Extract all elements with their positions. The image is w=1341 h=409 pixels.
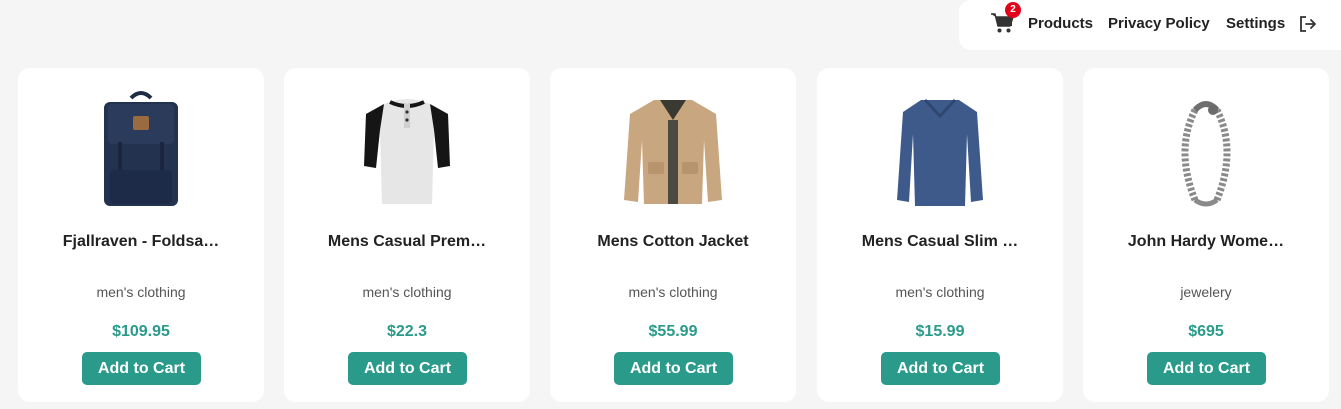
product-category: men's clothing xyxy=(895,284,985,300)
add-to-cart-button[interactable]: Add to Cart xyxy=(881,352,1000,385)
product-title: Mens Casual Slim … xyxy=(861,233,1019,250)
product-price: $55.99 xyxy=(648,323,698,340)
product-title: Mens Casual Prem… xyxy=(327,233,487,250)
nav-link-settings[interactable]: Settings xyxy=(1226,15,1285,32)
product-price: $22.3 xyxy=(386,323,428,340)
product-image-bracelet xyxy=(1181,101,1231,207)
product-image-shirt xyxy=(364,99,450,204)
product-card: John Hardy Wome… jewelery $695 Add to Ca… xyxy=(1083,68,1329,402)
product-category: jewelery xyxy=(1180,284,1232,300)
product-category: men's clothing xyxy=(628,284,718,300)
nav-link-products[interactable]: Products xyxy=(1028,15,1093,32)
product-price: $695 xyxy=(1188,323,1224,340)
product-price: $15.99 xyxy=(915,323,965,340)
product-card: Mens Casual Slim … men's clothing $15.99… xyxy=(817,68,1063,402)
product-image-jacket xyxy=(624,100,722,204)
add-to-cart-button[interactable]: Add to Cart xyxy=(1147,352,1266,385)
product-image-backpack xyxy=(104,91,178,206)
logout-icon[interactable] xyxy=(1298,14,1318,34)
add-to-cart-button[interactable]: Add to Cart xyxy=(614,352,733,385)
top-nav: 2 Products Privacy Policy Settings xyxy=(959,0,1341,50)
product-title: Mens Cotton Jacket xyxy=(597,233,749,250)
nav-link-privacy-policy[interactable]: Privacy Policy xyxy=(1108,15,1210,32)
product-card: Mens Cotton Jacket men's clothing $55.99… xyxy=(550,68,796,402)
product-price: $109.95 xyxy=(112,323,170,340)
add-to-cart-button[interactable]: Add to Cart xyxy=(348,352,467,385)
product-card: Mens Casual Prem… men's clothing $22.3 A… xyxy=(284,68,530,402)
add-to-cart-button[interactable]: Add to Cart xyxy=(82,352,201,385)
cart-count-badge: 2 xyxy=(1005,2,1021,18)
product-title: Fjallraven - Foldsa… xyxy=(62,233,220,250)
product-card: Fjallraven - Foldsa… men's clothing $109… xyxy=(18,68,264,402)
product-title: John Hardy Wome… xyxy=(1127,233,1285,250)
product-image-tee xyxy=(897,98,983,206)
product-category: men's clothing xyxy=(96,284,186,300)
product-category: men's clothing xyxy=(362,284,452,300)
